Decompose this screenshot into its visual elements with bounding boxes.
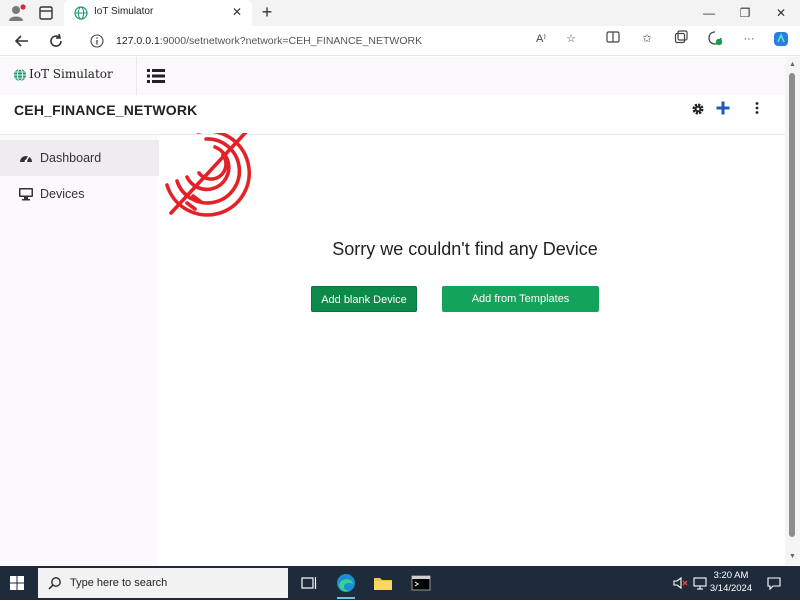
monitor-icon	[19, 188, 33, 201]
globe-favicon-icon	[74, 6, 88, 20]
scrollbar-thumb[interactable]	[789, 73, 795, 537]
add-plus-icon[interactable]	[715, 100, 731, 116]
gear-icon[interactable]	[691, 102, 705, 116]
sidebar-nav: Dashboard Devices	[0, 140, 159, 212]
menu-list-icon[interactable]	[147, 68, 165, 84]
collections-icon[interactable]	[672, 30, 690, 48]
empty-state-message: Sorry we couldn't find any Device	[332, 239, 598, 259]
copilot-icon[interactable]	[772, 30, 790, 48]
sidebar-item-devices[interactable]: Devices	[0, 176, 157, 212]
add-blank-device-button[interactable]: Add blank Device	[311, 286, 417, 312]
window-close-button[interactable]: ✕	[764, 0, 798, 26]
sidebar-item-label: Devices	[40, 187, 85, 201]
taskbar-clock[interactable]: 3:20 AM 3/14/2024	[704, 569, 758, 595]
taskbar-search-box[interactable]: Type here to search	[38, 568, 288, 598]
task-view-icon[interactable]	[296, 570, 322, 596]
sidebar-item-label: Dashboard	[40, 151, 102, 165]
favorites-icon[interactable]: ✩	[638, 30, 656, 48]
brand[interactable]: IoT Simulator	[0, 57, 137, 95]
minimize-button[interactable]: —	[692, 0, 726, 26]
browser-essentials-icon[interactable]	[706, 30, 724, 48]
clock-time: 3:20 AM	[713, 570, 749, 581]
clock-date: 3/14/2024	[709, 583, 753, 594]
no-signal-icon	[165, 133, 252, 217]
file-explorer-icon[interactable]	[370, 570, 396, 596]
read-aloud-icon[interactable]: A⁾	[532, 30, 550, 48]
network-title: CEH_FINANCE_NETWORK	[14, 102, 198, 118]
edge-browser-taskbar-icon[interactable]	[333, 570, 359, 599]
add-from-templates-button[interactable]: Add from Templates	[442, 286, 599, 312]
search-placeholder: Type here to search	[70, 577, 168, 589]
more-menu-icon[interactable]: ···	[740, 30, 758, 48]
browser-tab-strip: IoT Simulator ✕ + — ❐ ✕	[0, 0, 800, 26]
notifications-icon[interactable]	[766, 575, 782, 591]
kebab-menu-icon[interactable]	[754, 101, 760, 115]
back-icon[interactable]	[12, 31, 32, 51]
brand-name: IoT Simulator	[29, 67, 113, 81]
tab-actions-icon[interactable]	[38, 5, 54, 21]
browser-toolbar: 127.0.0.1:9000/setnetwork?network=CEH_FI…	[0, 26, 800, 56]
profile-icon[interactable]	[7, 4, 27, 22]
page-scrollbar[interactable]: ▲ ▼	[785, 57, 800, 565]
terminal-icon[interactable]	[408, 570, 434, 596]
browser-tab[interactable]: IoT Simulator ✕	[64, 0, 252, 26]
globe-logo-icon	[14, 68, 26, 82]
main-content: Sorry we couldn't find any Device Add bl…	[157, 133, 785, 565]
windows-start-icon[interactable]	[10, 576, 24, 590]
volume-muted-icon[interactable]	[672, 575, 688, 591]
search-icon	[48, 577, 61, 590]
refresh-icon[interactable]	[46, 31, 66, 51]
tab-close-icon[interactable]: ✕	[230, 5, 244, 19]
restore-button[interactable]: ❐	[728, 0, 762, 26]
split-screen-icon[interactable]	[604, 30, 622, 48]
dashboard-gauge-icon	[20, 155, 32, 163]
new-tab-button[interactable]: +	[257, 2, 277, 22]
address-url[interactable]: 127.0.0.1:9000/setnetwork?network=CEH_FI…	[116, 35, 422, 47]
taskbar: Type here to search 3:20 AM 3/14/2024	[0, 566, 800, 600]
sidebar-item-dashboard[interactable]: Dashboard	[0, 140, 159, 176]
address-bar[interactable]: 127.0.0.1:9000/setnetwork?network=CEH_FI…	[80, 29, 590, 53]
site-info-icon[interactable]	[90, 34, 104, 48]
tab-title: IoT Simulator	[94, 6, 154, 17]
top-bar	[137, 57, 785, 95]
network-header: CEH_FINANCE_NETWORK	[0, 95, 785, 135]
app-page: IoT Simulator CEH_FINANCE_NETWORK Dashbo…	[0, 57, 785, 565]
scroll-up-icon[interactable]: ▲	[788, 60, 797, 69]
scroll-down-icon[interactable]: ▼	[788, 552, 797, 561]
favorite-star-icon[interactable]: ☆	[562, 30, 580, 48]
